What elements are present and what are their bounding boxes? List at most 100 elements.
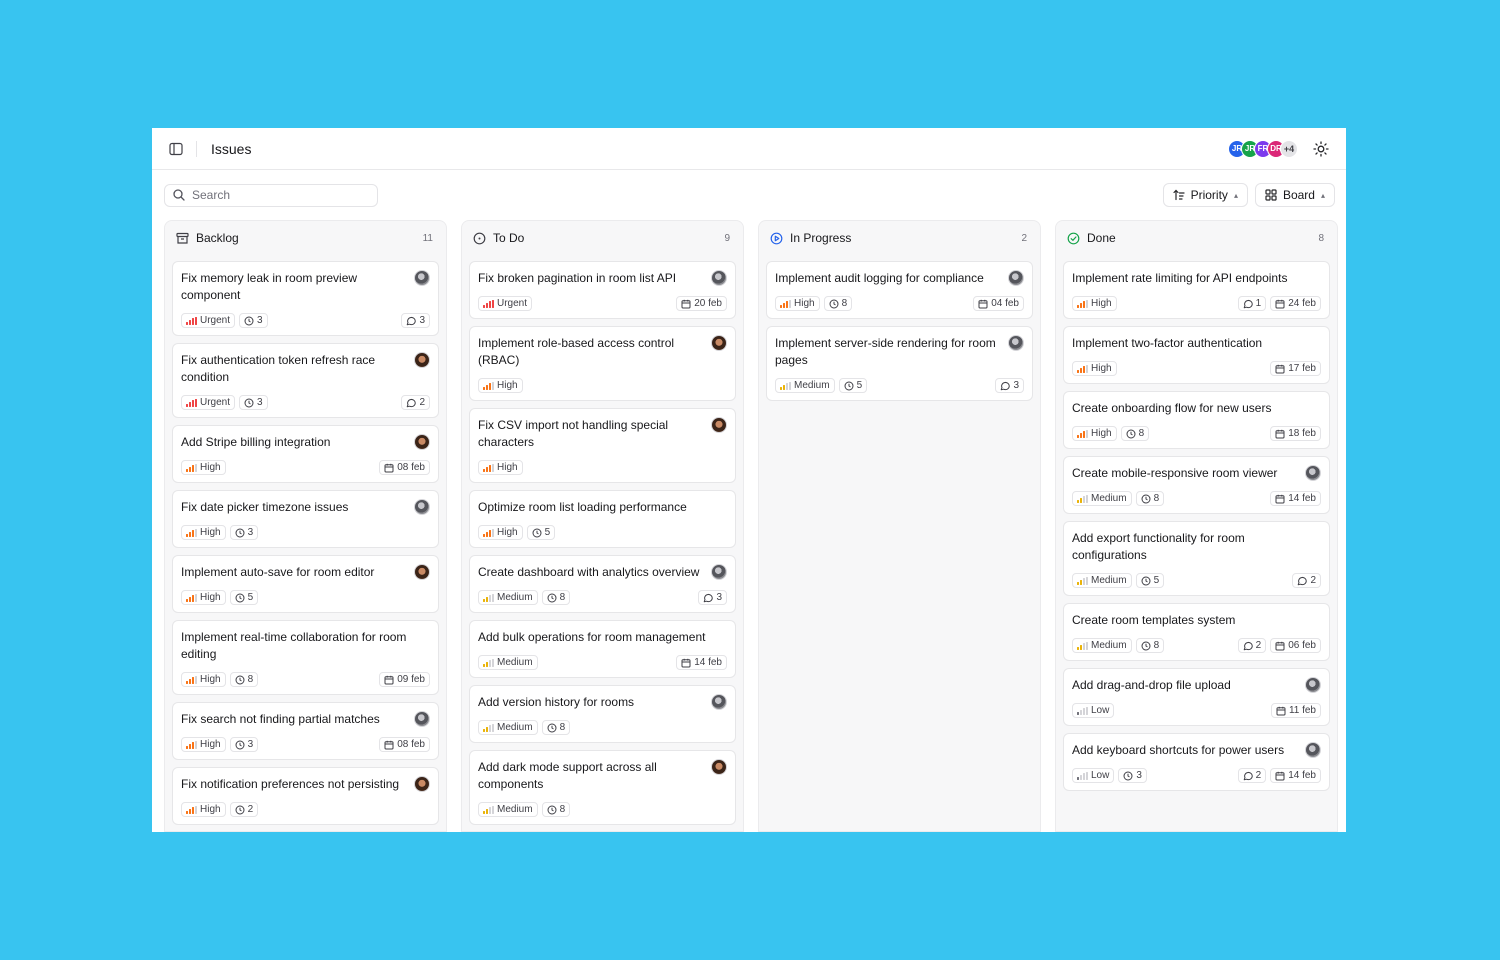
priority-badge[interactable]: High [181,672,226,687]
assignee-avatar[interactable] [711,270,727,286]
assignee-avatar[interactable] [711,694,727,710]
priority-badge[interactable]: Urgent [181,395,236,410]
issue-card[interactable]: Add version history for rooms Medium 8 [469,685,736,743]
issue-card[interactable]: Optimize room list loading performance Hi… [469,490,736,548]
comments-badge[interactable]: 2 [1237,768,1267,783]
issue-card[interactable]: Implement auto-save for room editor High 5 [172,555,439,613]
issue-card[interactable]: Add bulk operations for room management M… [469,620,736,678]
due-date-badge[interactable]: 17 feb [1270,361,1321,376]
issue-card[interactable]: Add dark mode support across all compone… [469,750,736,825]
issue-card[interactable]: Create room templates system Medium 8 2 06 f… [1063,603,1330,661]
issue-card[interactable]: Fix memory leak in room preview componen… [172,261,439,336]
issue-card[interactable]: Implement role-based access control (RBA… [469,326,736,401]
issue-card[interactable]: Fix broken pagination in room list API Ur… [469,261,736,319]
issue-card[interactable]: Fix search not finding partial matches Hi… [172,702,439,760]
assignee-avatar[interactable] [1305,465,1321,481]
assignee-avatar[interactable] [414,711,430,727]
priority-badge[interactable]: High [181,460,226,475]
issue-card[interactable]: Fix date picker timezone issues High 3 [172,490,439,548]
priority-badge[interactable]: Urgent [478,296,533,311]
priority-badge[interactable]: High [478,378,523,393]
issue-card[interactable]: Create dashboard with analytics overview… [469,555,736,613]
issue-card[interactable]: Create mobile-responsive room viewer Medi… [1063,456,1330,514]
due-date-badge[interactable]: 08 feb [379,460,430,475]
assignee-avatar[interactable] [1305,677,1321,693]
assignee-avatar[interactable] [1008,335,1024,351]
priority-badge[interactable]: High [181,737,226,752]
issue-card[interactable]: Add Stripe billing integration High 08 feb [172,425,439,483]
assignee-avatar[interactable] [1305,742,1321,758]
issue-card[interactable]: Fix notification preferences not persist… [172,767,439,825]
priority-badge[interactable]: Medium [478,802,538,817]
issue-card[interactable]: Implement two-factor authentication High 1… [1063,326,1330,384]
issue-card[interactable]: Implement audit logging for compliance Hi… [766,261,1033,319]
issue-card[interactable]: Create onboarding flow for new users High… [1063,391,1330,449]
priority-badge[interactable]: Low [1072,703,1115,718]
issue-card[interactable]: Fix CSV import not handling special char… [469,408,736,483]
comments-badge[interactable]: 3 [995,378,1024,393]
issue-card[interactable]: Add export functionality for room config… [1063,521,1330,596]
priority-badge[interactable]: High [775,296,820,311]
due-date-badge[interactable]: 20 feb [676,296,727,311]
comments-badge[interactable]: 2 [1237,638,1267,653]
priority-badge[interactable]: Low [1072,768,1115,783]
assignee-avatar[interactable] [711,335,727,351]
column-title: Done [1087,231,1116,245]
priority-badge[interactable]: High [181,525,226,540]
search-box[interactable] [164,183,378,207]
due-date-badge[interactable]: 04 feb [973,296,1024,311]
priority-badge[interactable]: Medium [775,378,835,393]
card-header: Create onboarding flow for new users [1072,400,1321,417]
priority-badge[interactable]: High [478,460,523,475]
due-date-badge[interactable]: 09 feb [379,672,430,687]
assignee-avatar[interactable] [414,776,430,792]
comments-badge[interactable]: 2 [401,395,430,410]
priority-badge[interactable]: Medium [1072,638,1132,653]
due-date-badge[interactable]: 06 feb [1270,638,1321,653]
due-date-badge[interactable]: 11 feb [1270,703,1321,718]
sun-icon[interactable] [1312,140,1330,158]
assignee-avatar[interactable] [414,270,430,286]
issue-card[interactable]: Add drag-and-drop file upload Low 11 feb [1063,668,1330,726]
priority-badge[interactable]: Medium [478,655,538,670]
priority-badge[interactable]: High [181,802,226,817]
sidebar-toggle-icon[interactable] [168,141,184,157]
assignee-avatar[interactable] [711,759,727,775]
due-date-badge[interactable]: 18 feb [1270,426,1321,441]
comments-badge[interactable]: 2 [1292,573,1321,588]
due-date-badge[interactable]: 24 feb [1270,296,1321,311]
due-date-badge[interactable]: 14 feb [1270,491,1321,506]
assignee-avatar[interactable] [1008,270,1024,286]
priority-badge[interactable]: High [1072,296,1117,311]
priority-badge[interactable]: Medium [1072,491,1132,506]
issue-card[interactable]: Implement server-side rendering for room… [766,326,1033,401]
priority-sort-button[interactable]: Priority ▴︎ [1162,183,1248,207]
priority-badge[interactable]: High [1072,361,1117,376]
comments-badge[interactable]: 3 [401,313,430,328]
priority-badge[interactable]: Medium [478,590,538,605]
view-board-button[interactable]: Board ▴︎ [1254,183,1335,207]
priority-badge[interactable]: High [181,590,226,605]
comments-badge[interactable]: 1 [1237,296,1267,311]
priority-badge[interactable]: High [478,525,523,540]
issue-card[interactable]: Fix authentication token refresh race co… [172,343,439,418]
due-date-badge[interactable]: 14 feb [676,655,727,670]
assignee-avatar[interactable] [711,564,727,580]
assignee-avatar[interactable] [414,434,430,450]
issue-card[interactable]: Implement rate limiting for API endpoint… [1063,261,1330,319]
assignee-avatar[interactable] [414,499,430,515]
priority-badge[interactable]: Urgent [181,313,236,328]
issue-card[interactable]: Implement real-time collaboration for ro… [172,620,439,695]
priority-badge[interactable]: Medium [478,720,538,735]
assignee-avatar[interactable] [414,352,430,368]
comments-badge[interactable]: 3 [698,590,727,605]
due-date-badge[interactable]: 14 feb [1270,768,1321,783]
search-input[interactable] [192,188,362,202]
team-avatars[interactable]: JR JR FR DR +4 [1228,139,1298,158]
issue-card[interactable]: Add keyboard shortcuts for power users Lo… [1063,733,1330,791]
priority-badge[interactable]: High [1072,426,1117,441]
priority-badge[interactable]: Medium [1072,573,1132,588]
assignee-avatar[interactable] [414,564,430,580]
assignee-avatar[interactable] [711,417,727,433]
due-date-badge[interactable]: 08 feb [379,737,430,752]
